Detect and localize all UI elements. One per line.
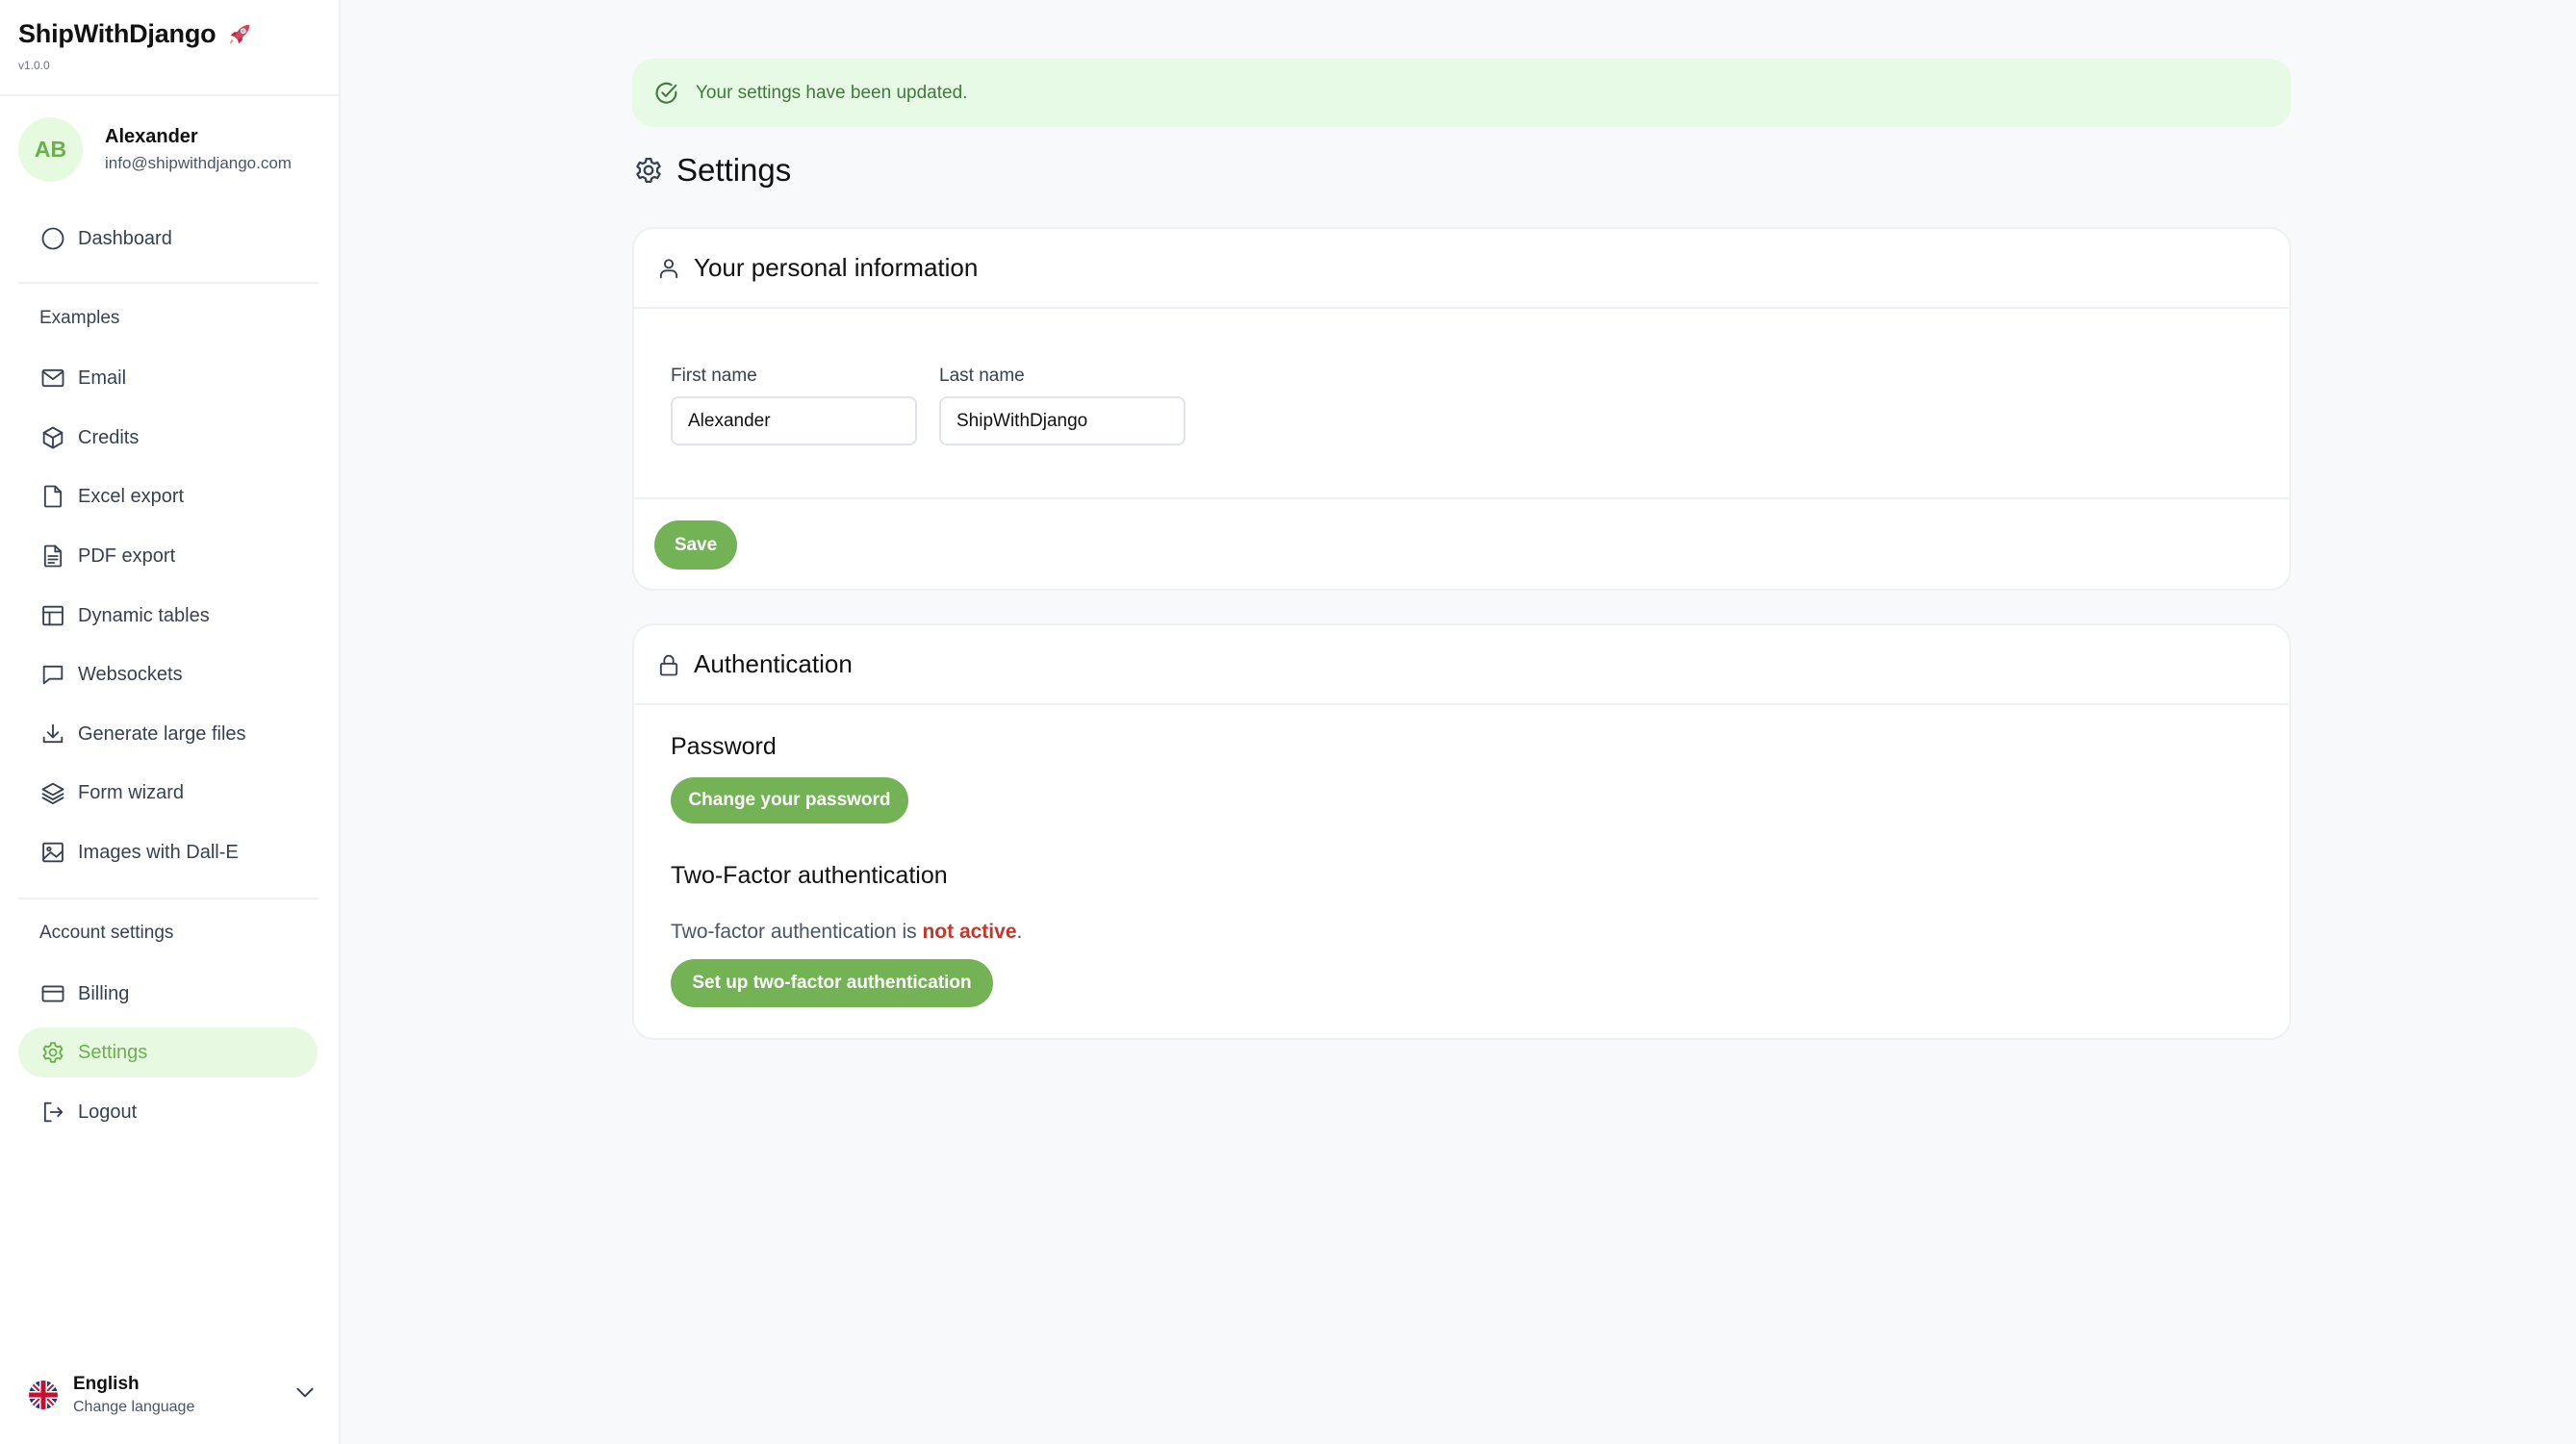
file-icon <box>39 483 66 510</box>
save-button[interactable]: Save <box>654 520 737 570</box>
sidebar-item-label: Email <box>78 367 127 389</box>
sidebar-item-label: Logout <box>78 1101 138 1123</box>
two-factor-heading: Two-Factor authentication <box>671 862 948 889</box>
two-factor-status-prefix: Two-factor authentication is <box>671 921 923 943</box>
last-name-input[interactable] <box>939 396 1186 445</box>
layers-icon <box>39 779 66 806</box>
user-email: info@shipwithdjango.com <box>105 154 292 172</box>
uk-flag-icon <box>29 1381 58 1409</box>
circle-icon <box>39 225 66 252</box>
language-switcher[interactable]: English Change language <box>29 1374 318 1416</box>
mail-icon <box>39 365 66 392</box>
sidebar-divider <box>0 94 339 96</box>
user-profile[interactable]: AB Alexander info@shipwithdjango.com <box>18 117 292 182</box>
sidebar-item-images-with-dall-e[interactable]: Images with Dall-E <box>18 827 318 877</box>
language-name: English <box>73 1374 140 1394</box>
sidebar-section-examples: Examples <box>39 308 120 328</box>
personal-info-title: Your personal information <box>694 253 979 282</box>
sidebar-item-dynamic-tables[interactable]: Dynamic tables <box>18 591 318 641</box>
sidebar-item-label: Images with Dall-E <box>78 841 239 863</box>
last-name-field: Last name <box>939 366 1186 445</box>
sidebar-item-label: Settings <box>78 1041 148 1063</box>
download-icon <box>39 721 66 747</box>
lock-icon <box>659 654 678 675</box>
sidebar-item-dashboard[interactable]: Dashboard <box>18 214 318 264</box>
user-icon <box>659 258 678 278</box>
sidebar-divider <box>18 898 319 899</box>
sidebar-item-label: Billing <box>78 982 130 1004</box>
sidebar-item-label: Websockets <box>78 663 183 685</box>
user-name: Alexander <box>105 126 198 147</box>
authentication-title: Authentication <box>694 649 853 678</box>
chat-bubble-icon <box>39 661 66 688</box>
first-name-label: First name <box>671 366 757 386</box>
authentication-card: Authentication Password Change your pass… <box>632 623 2291 1040</box>
sidebar-item-label: Excel export <box>78 485 185 507</box>
sidebar-item-label: Dynamic tables <box>78 604 210 626</box>
app-logo[interactable]: ShipWithDjango <box>18 19 254 49</box>
sidebar-item-excel-export[interactable]: Excel export <box>18 471 318 521</box>
sidebar-item-email[interactable]: Email <box>18 353 318 403</box>
sidebar-item-label: Credits <box>78 426 140 448</box>
authentication-header: Authentication <box>634 625 2289 705</box>
chevron-down-icon[interactable] <box>293 1380 318 1405</box>
card-footer-divider <box>634 497 2289 499</box>
app-title: ShipWithDjango <box>18 19 217 48</box>
two-factor-status-badge: not active <box>922 921 1017 943</box>
personal-info-header: Your personal information <box>634 229 2289 309</box>
sidebar-section-account-settings: Account settings <box>39 923 174 943</box>
brand: ShipWithDjango v1.0.0 <box>18 19 254 72</box>
page-title-text: Settings <box>676 152 792 188</box>
two-factor-status: Two-factor authentication is not active. <box>671 921 1022 944</box>
first-name-input[interactable] <box>671 396 917 445</box>
alert-message: Your settings have been updated. <box>696 82 968 103</box>
language-subtitle: Change language <box>73 1399 195 1415</box>
sidebar-item-billing[interactable]: Billing <box>18 969 318 1019</box>
document-text-icon <box>39 543 66 570</box>
sidebar-item-generate-large-files[interactable]: Generate large files <box>18 709 318 759</box>
sidebar-item-form-wizard[interactable]: Form wizard <box>18 768 318 818</box>
avatar: AB <box>18 117 83 182</box>
credit-card-icon <box>39 980 66 1007</box>
logout-icon <box>39 1099 66 1126</box>
check-circle-icon <box>655 82 677 104</box>
gear-icon <box>39 1039 66 1066</box>
change-password-button[interactable]: Change your password <box>671 777 908 823</box>
sidebar-item-credits[interactable]: Credits <box>18 413 318 463</box>
gear-icon <box>636 157 661 184</box>
sidebar-item-pdf-export[interactable]: PDF export <box>18 531 318 581</box>
sidebar-item-settings[interactable]: Settings <box>18 1027 318 1077</box>
sidebar-item-label: Dashboard <box>78 227 172 249</box>
sidebar-item-label: PDF export <box>78 545 176 567</box>
setup-two-factor-button[interactable]: Set up two-factor authentication <box>671 959 993 1007</box>
image-icon <box>39 839 66 866</box>
sidebar-item-label: Generate large files <box>78 722 246 745</box>
password-heading: Password <box>671 733 777 760</box>
first-name-field: First name <box>671 366 917 445</box>
sidebar-divider <box>18 282 319 284</box>
cube-icon <box>39 424 66 451</box>
personal-info-card: Your personal information First name Las… <box>632 227 2291 591</box>
success-alert: Your settings have been updated. <box>632 59 2291 127</box>
sidebar-item-label: Form wizard <box>78 781 185 803</box>
last-name-label: Last name <box>939 366 1025 386</box>
page-title: Settings <box>632 152 791 189</box>
sidebar: ShipWithDjango v1.0.0 AB Alexander info@… <box>0 0 341 1444</box>
sidebar-item-websockets[interactable]: Websockets <box>18 649 318 699</box>
table-icon <box>39 602 66 629</box>
rocket-icon <box>230 24 250 44</box>
app-version: v1.0.0 <box>18 59 50 72</box>
sidebar-item-logout[interactable]: Logout <box>18 1087 318 1137</box>
two-factor-status-suffix: . <box>1016 921 1023 943</box>
